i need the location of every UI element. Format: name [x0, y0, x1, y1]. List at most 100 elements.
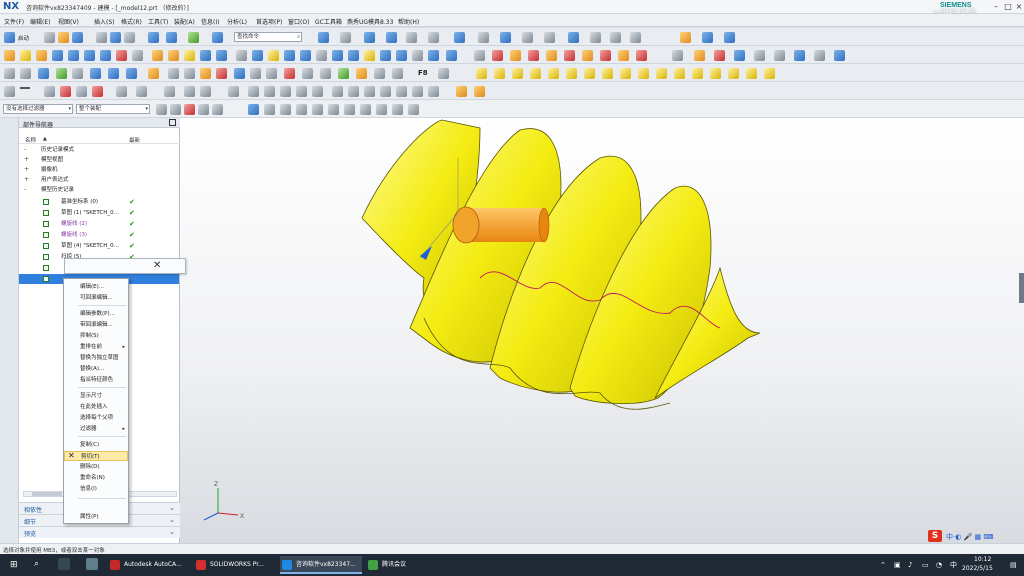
intersect-icon[interactable]: [184, 50, 195, 61]
minimize-icon[interactable]: –: [990, 2, 1002, 12]
menu-mold-plugin[interactable]: 燕秀UG模具8.33: [347, 17, 393, 26]
curve-length-icon[interactable]: [602, 68, 613, 79]
snap-control-icon[interactable]: [280, 104, 291, 115]
menu-tools[interactable]: 工具(T): [148, 17, 168, 26]
sketch-task-icon[interactable]: [4, 68, 15, 79]
detail-feature-icon[interactable]: [672, 50, 683, 61]
analysis-icon[interactable]: [610, 32, 621, 43]
command-finder-input[interactable]: 查找命令 ⌕: [234, 32, 302, 42]
select-all-icon[interactable]: [156, 104, 167, 115]
pull-face-icon[interactable]: [510, 50, 521, 61]
tree-item-datum-csys[interactable]: 基准坐标系 (0) ✔: [19, 197, 179, 207]
snap-point-icon[interactable]: [344, 104, 355, 115]
zoom-icon[interactable]: [340, 32, 351, 43]
tree-item-model-views[interactable]: + 模型视图: [19, 155, 179, 165]
style-blend-icon[interactable]: [794, 50, 805, 61]
show-parent-icon[interactable]: [101, 262, 111, 272]
menu-gc-toolbox[interactable]: GC工具箱: [315, 17, 342, 26]
curve-icon[interactable]: [126, 68, 137, 79]
delete-x-icon[interactable]: ✕: [153, 260, 161, 271]
settings-gear-icon[interactable]: [4, 122, 15, 133]
menu-item-cut[interactable]: ✕ 剪切(T): [64, 451, 128, 461]
sketch-curve-icon[interactable]: [92, 86, 103, 97]
window-icon[interactable]: [212, 32, 223, 43]
manufacturing-wizard-icon[interactable]: [4, 366, 15, 377]
menu-help[interactable]: 帮助(H): [398, 17, 419, 26]
close-icon[interactable]: ×: [1013, 2, 1024, 12]
sort-up-icon[interactable]: ▲: [43, 136, 47, 142]
redo-icon[interactable]: [166, 32, 177, 43]
section-curve-icon[interactable]: [674, 68, 685, 79]
thicken-icon[interactable]: [316, 50, 327, 61]
start-icon[interactable]: [4, 32, 15, 43]
law-curve-icon[interactable]: [476, 68, 487, 79]
menu-window[interactable]: 窗口(O): [288, 17, 309, 26]
menu-item-rename[interactable]: 重命名(N): [64, 473, 128, 483]
sketch-chamfer-icon[interactable]: [136, 86, 147, 97]
task-view-icon[interactable]: [58, 558, 70, 570]
hole-icon[interactable]: [116, 50, 127, 61]
tree-item-cameras[interactable]: + 摄像机: [19, 165, 179, 175]
open-file-icon[interactable]: [58, 32, 69, 43]
snap-quadrant-icon[interactable]: [328, 104, 339, 115]
menu-analysis[interactable]: 分析(L): [227, 17, 247, 26]
combine-curve-icon[interactable]: [494, 68, 505, 79]
suppress-icon[interactable]: [117, 262, 127, 272]
export-icon[interactable]: [38, 68, 49, 79]
notification-icon[interactable]: ▤: [1010, 561, 1018, 569]
menu-item-assign-color[interactable]: 指派特征颜色: [64, 375, 128, 385]
patch-icon[interactable]: [446, 50, 457, 61]
sketch-auto-constraint-icon[interactable]: [412, 86, 423, 97]
offset-curve-icon[interactable]: [266, 68, 277, 79]
shell-icon[interactable]: [236, 50, 247, 61]
tree-item-sketch-1[interactable]: 草图 (1) "SKETCH_0... ✔: [19, 208, 179, 218]
snap-on-curve-icon[interactable]: [360, 104, 371, 115]
finish-sketch-icon[interactable]: [20, 68, 31, 79]
snap-bounded-icon[interactable]: [392, 104, 403, 115]
menu-item-properties[interactable]: 属性(P): [64, 512, 128, 522]
wrap-icon[interactable]: [754, 50, 765, 61]
visibility-checkbox[interactable]: [43, 265, 49, 271]
draft-icon[interactable]: [252, 50, 263, 61]
datum-axis-icon[interactable]: [72, 68, 83, 79]
shaded-icon[interactable]: [386, 32, 397, 43]
through-curves-icon[interactable]: [364, 50, 375, 61]
snap-intersect-icon[interactable]: [296, 104, 307, 115]
ime-lang-icon[interactable]: 中: [950, 561, 958, 569]
menu-item-insert-here[interactable]: 在此处插入: [64, 402, 128, 412]
snap-mid-icon[interactable]: [264, 104, 275, 115]
filter-icon[interactable]: [184, 104, 195, 115]
edge-blend-icon[interactable]: [200, 50, 211, 61]
menu-edit[interactable]: 编辑(E): [30, 17, 50, 26]
visibility-checkbox[interactable]: [43, 232, 49, 238]
menu-item-info[interactable]: 信息(I): [64, 484, 128, 494]
pinned-app-icon[interactable]: [86, 558, 98, 570]
menu-insert[interactable]: 插入(S): [94, 17, 115, 26]
selection-filter-dropdown[interactable]: 没有选择过滤器 ▾: [3, 104, 73, 114]
offset-3d-icon[interactable]: [692, 68, 703, 79]
select-edge-icon[interactable]: [212, 104, 223, 115]
new-file-icon[interactable]: [44, 32, 55, 43]
block-icon[interactable]: [52, 50, 63, 61]
copy-icon[interactable]: [110, 32, 121, 43]
more-features-icon[interactable]: [834, 50, 845, 61]
sketch-corner-icon[interactable]: [364, 86, 375, 97]
sketch-point-icon[interactable]: [200, 86, 211, 97]
system-materials-icon[interactable]: [4, 322, 15, 333]
sogou-ime-icon[interactable]: S: [928, 530, 942, 542]
make-current-icon[interactable]: [135, 262, 145, 272]
offset-region-icon[interactable]: [528, 50, 539, 61]
join-curve-icon[interactable]: [302, 68, 313, 79]
wifi-icon[interactable]: ◔: [936, 561, 944, 569]
resize-blend-icon[interactable]: [564, 50, 575, 61]
sketch-rectangle-icon[interactable]: [164, 86, 175, 97]
process-studio-icon[interactable]: [4, 344, 15, 355]
extrude-icon[interactable]: [20, 50, 31, 61]
layer-icon[interactable]: [500, 32, 511, 43]
column-latest[interactable]: 最新: [129, 136, 140, 144]
mirror-curve-icon[interactable]: [392, 68, 403, 79]
orient-view-icon[interactable]: [454, 32, 465, 43]
snap-end-icon[interactable]: [248, 104, 259, 115]
face-blend-icon[interactable]: [774, 50, 785, 61]
spline-icon[interactable]: [168, 68, 179, 79]
